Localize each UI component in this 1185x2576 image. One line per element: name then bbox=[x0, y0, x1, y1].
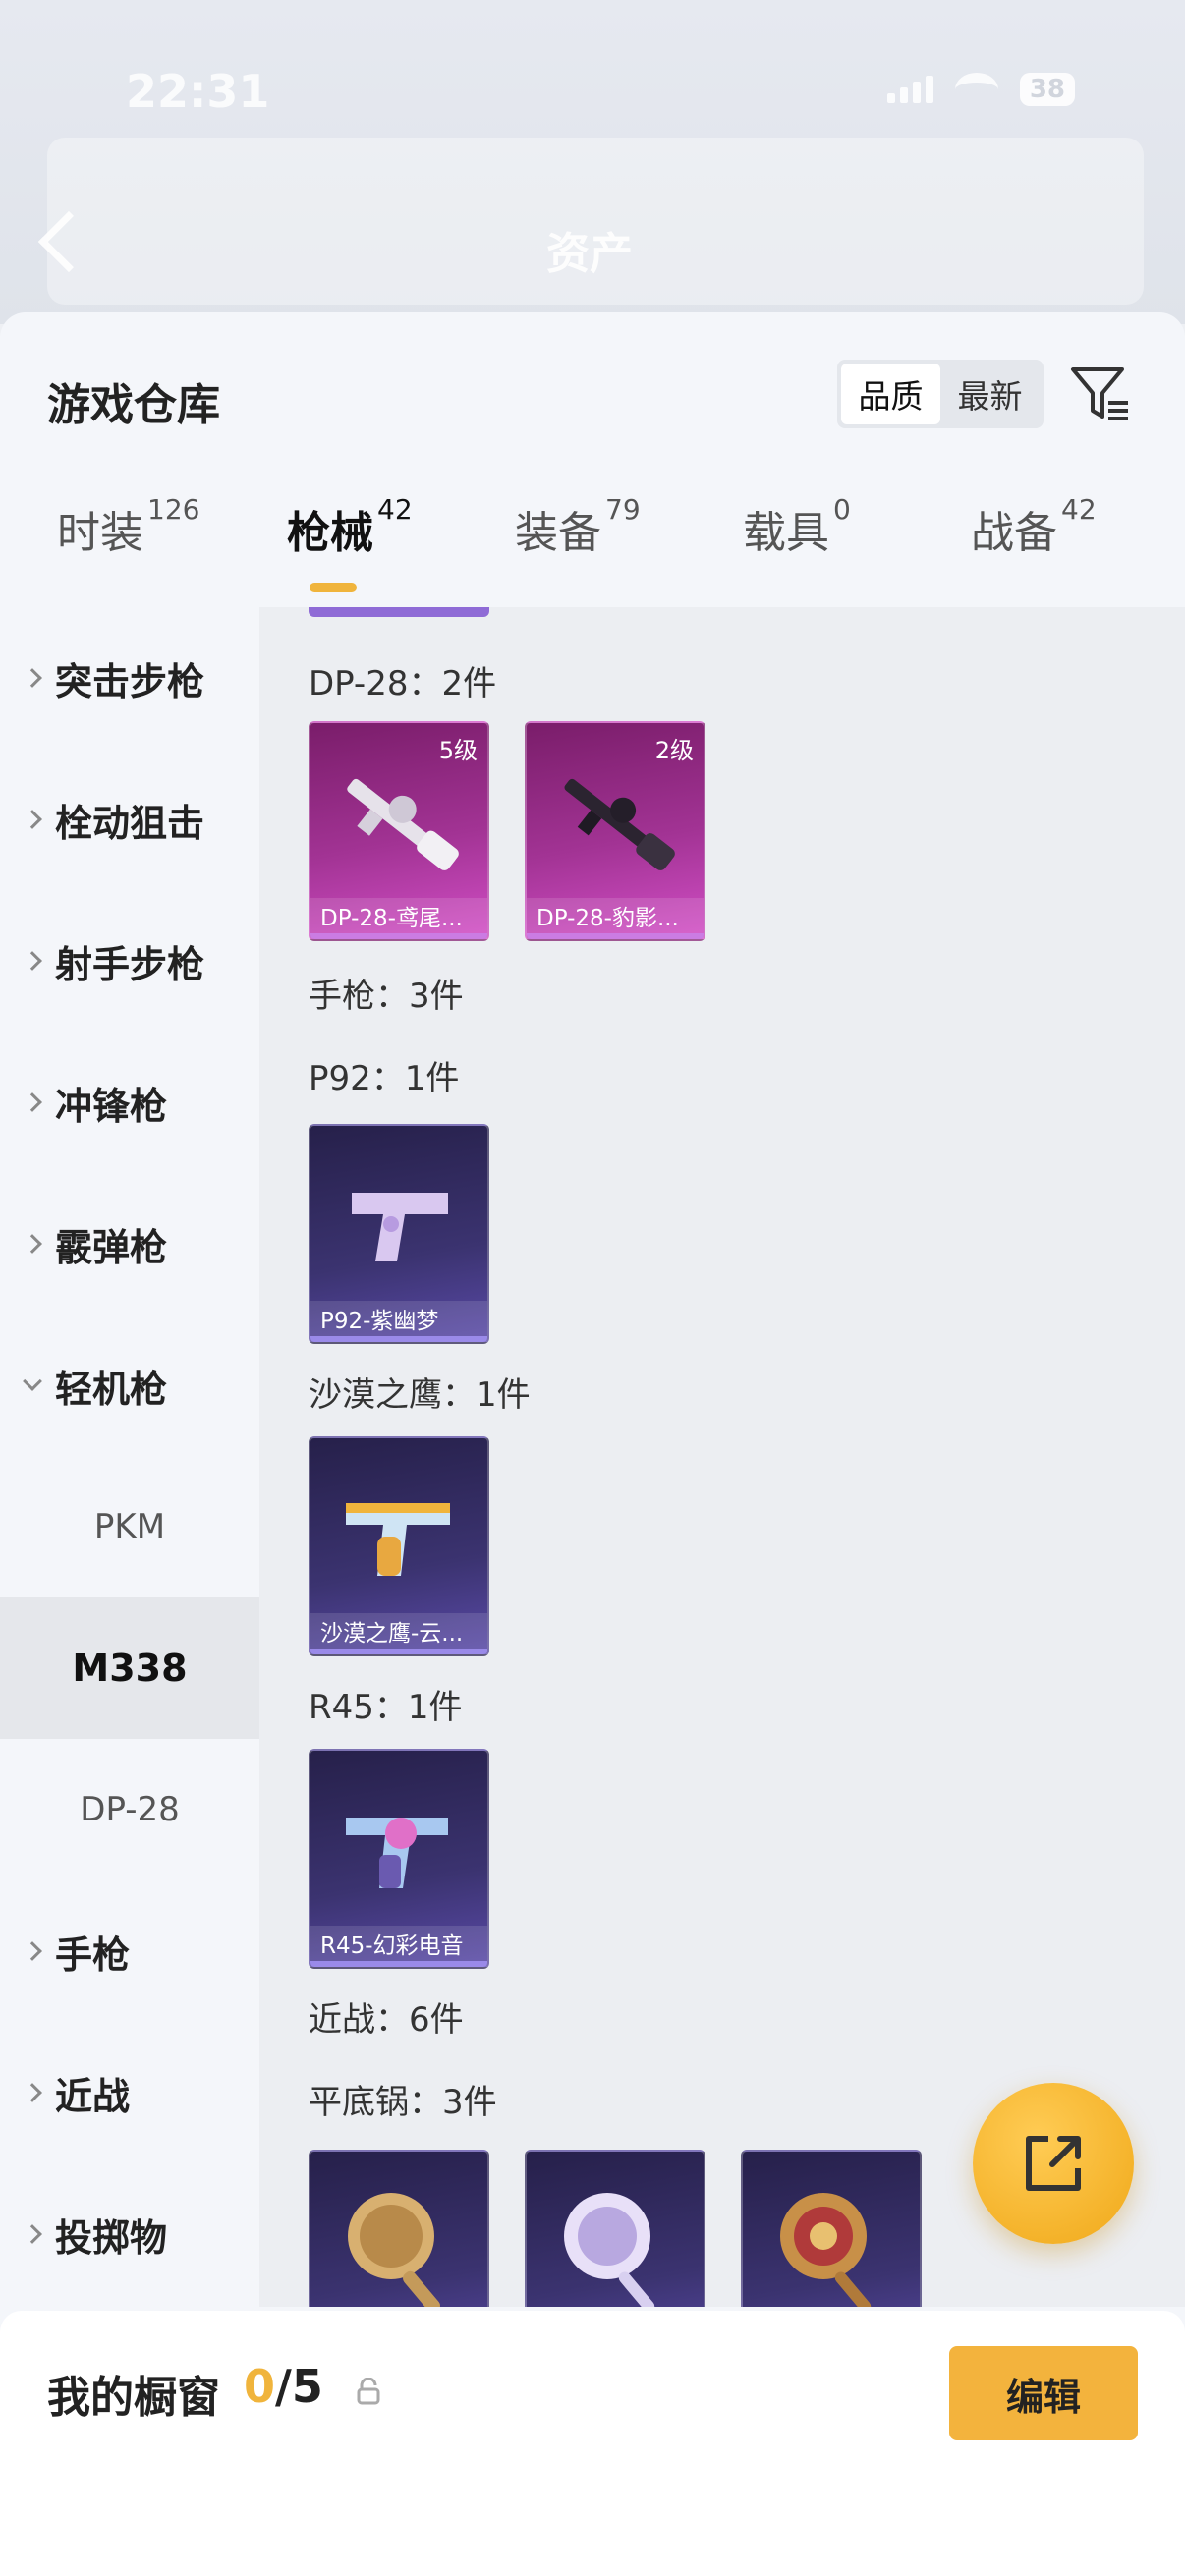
category-shotgun[interactable]: 霰弹枪 bbox=[0, 1173, 259, 1315]
status-time: 22:31 bbox=[126, 65, 270, 118]
pistol-skin-icon bbox=[352, 1193, 448, 1261]
section-label-desert-eagle: 沙漠之鹰：1件 bbox=[309, 1375, 531, 1415]
warehouse-sheet: 游戏仓库 品质 最新 时装 126 枪械 42 装备 79 载具 0 战备 42 突击步枪… bbox=[0, 312, 1185, 2576]
pan-skin-icon bbox=[564, 2193, 655, 2307]
pan-skin-icon bbox=[780, 2193, 872, 2307]
showcase-count: 0/5 bbox=[244, 2360, 323, 2413]
signal-icon bbox=[886, 76, 933, 103]
chevron-right-icon bbox=[23, 1092, 42, 1112]
item-card[interactable] bbox=[309, 2150, 489, 2307]
tab-battle-gear[interactable]: 战备 42 bbox=[971, 493, 1097, 560]
item-card[interactable]: 2级 DP-28-豹影... bbox=[525, 721, 705, 941]
filter-icon[interactable] bbox=[1069, 362, 1132, 424]
item-card[interactable]: 5级 DP-28-鸢尾... bbox=[309, 721, 489, 941]
item-name: R45-幻彩电音 bbox=[310, 1926, 487, 1967]
category-tabs: 时装 126 枪械 42 装备 79 载具 0 战备 42 bbox=[0, 493, 1185, 576]
chevron-right-icon bbox=[23, 951, 42, 971]
item-card[interactable] bbox=[741, 2150, 922, 2307]
item-name: P92-紫幽梦 bbox=[310, 1301, 487, 1342]
sort-quality-button[interactable]: 品质 bbox=[841, 364, 940, 424]
subcategory-pkm[interactable]: PKM bbox=[0, 1456, 259, 1597]
sort-toggle: 品质 最新 bbox=[837, 360, 1044, 428]
category-lmg[interactable]: 轻机枪 bbox=[0, 1315, 259, 1456]
category-throwable[interactable]: 投掷物 bbox=[0, 2163, 259, 2305]
chevron-down-icon bbox=[23, 1372, 42, 1391]
item-card[interactable] bbox=[525, 2150, 705, 2307]
item-name: 沙漠之鹰-云... bbox=[310, 1613, 487, 1654]
category-melee[interactable]: 近战 bbox=[0, 2022, 259, 2163]
section-label-p92: P92：1件 bbox=[309, 1059, 460, 1098]
status-icons: 38 bbox=[886, 73, 1075, 106]
battery-icon: 38 bbox=[1019, 73, 1075, 106]
item-card[interactable]: R45-幻彩电音 bbox=[309, 1749, 489, 1969]
chevron-right-icon bbox=[23, 1941, 42, 1961]
tab-equipment[interactable]: 装备 79 bbox=[515, 493, 641, 560]
sort-latest-button[interactable]: 最新 bbox=[940, 364, 1040, 424]
section-label-r45: R45：1件 bbox=[309, 1688, 463, 1727]
category-pistol[interactable]: 手枪 bbox=[0, 1880, 259, 2022]
sheet-title: 游戏仓库 bbox=[47, 380, 220, 430]
page-title: 资产 bbox=[546, 229, 633, 279]
section-label-pistol: 手枪：3件 bbox=[309, 977, 464, 1016]
chevron-right-icon bbox=[23, 668, 42, 688]
item-name: DP-28-豹影... bbox=[527, 898, 704, 939]
category-assault-rifle[interactable]: 突击步枪 bbox=[0, 607, 259, 749]
chevron-right-icon bbox=[23, 2083, 42, 2102]
section-label-melee: 近战：6件 bbox=[309, 2000, 464, 2040]
chevron-right-icon bbox=[23, 810, 42, 829]
category-marksman-rifle[interactable]: 射手步枪 bbox=[0, 890, 259, 1032]
subcategory-dp28[interactable]: DP-28 bbox=[0, 1739, 259, 1880]
external-link-icon bbox=[1026, 2136, 1081, 2191]
showcase-bar: 我的橱窗 0/5 编辑 bbox=[0, 2311, 1185, 2576]
wifi-icon bbox=[954, 73, 998, 106]
item-card[interactable]: 沙漠之鹰-云... bbox=[309, 1436, 489, 1656]
item-grid: DP-28：2件 5级 DP-28-鸢尾... 2级 DP-28-豹影... 手… bbox=[259, 607, 1185, 2307]
tab-vehicles[interactable]: 载具 0 bbox=[743, 493, 851, 560]
lmg-skin-icon bbox=[564, 778, 675, 870]
showcase-label: 我的橱窗 bbox=[47, 2373, 220, 2423]
chevron-right-icon bbox=[23, 2224, 42, 2244]
weapon-category-list: 突击步枪 栓动狙击 射手步枪 冲锋枪 霰弹枪 轻机枪 PKM M338 DP-2… bbox=[0, 607, 259, 2307]
section-label-dp28: DP-28：2件 bbox=[309, 664, 497, 703]
chevron-right-icon bbox=[23, 1234, 42, 1254]
active-tab-indicator bbox=[310, 583, 357, 592]
tab-fashion[interactable]: 时装 126 bbox=[57, 493, 199, 560]
edit-button[interactable]: 编辑 bbox=[949, 2346, 1138, 2440]
lmg-skin-icon bbox=[347, 778, 459, 870]
item-card[interactable]: P92-紫幽梦 bbox=[309, 1124, 489, 1344]
section-label-pan: 平底锅：3件 bbox=[309, 2083, 497, 2122]
category-bolt-sniper[interactable]: 栓动狙击 bbox=[0, 749, 259, 890]
revolver-skin-icon bbox=[346, 1818, 448, 1888]
share-button[interactable] bbox=[973, 2083, 1134, 2244]
pan-skin-icon bbox=[348, 2193, 440, 2307]
tab-firearms[interactable]: 枪械 42 bbox=[287, 493, 413, 560]
subcategory-m338[interactable]: M338 bbox=[0, 1597, 259, 1739]
item-name: DP-28-鸢尾... bbox=[310, 898, 487, 939]
lock-icon bbox=[357, 2378, 380, 2405]
category-smg[interactable]: 冲锋枪 bbox=[0, 1032, 259, 1173]
previous-item-card-edge bbox=[309, 607, 489, 617]
pistol-skin-icon bbox=[346, 1503, 450, 1576]
